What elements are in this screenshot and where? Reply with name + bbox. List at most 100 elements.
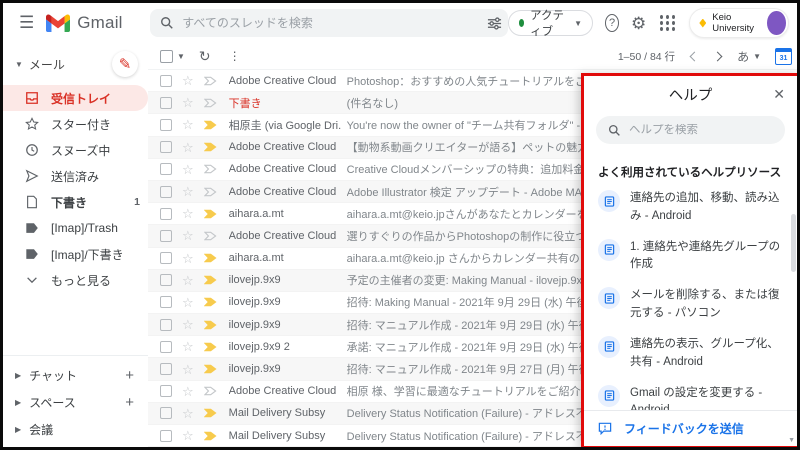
star-icon[interactable]: ☆ xyxy=(182,141,194,154)
importance-marker-icon[interactable] xyxy=(204,187,217,197)
select-checkbox[interactable] xyxy=(160,363,172,375)
search-input[interactable] xyxy=(182,16,482,30)
star-icon[interactable]: ☆ xyxy=(182,96,194,109)
star-icon[interactable]: ☆ xyxy=(182,229,194,242)
select-checkbox[interactable] xyxy=(160,296,172,308)
importance-marker-icon[interactable] xyxy=(204,342,217,352)
new-space-button[interactable]: + xyxy=(125,394,134,411)
sidebar-item-chat[interactable]: ▶ チャット + xyxy=(3,362,148,389)
close-icon[interactable]: ✕ xyxy=(761,86,797,103)
select-checkbox[interactable] xyxy=(160,163,172,175)
select-checkbox[interactable] xyxy=(160,141,172,153)
help-search-input[interactable] xyxy=(629,124,773,136)
sidebar-item-imap-trash[interactable]: [Imap]/Trash xyxy=(3,215,148,241)
star-icon[interactable]: ☆ xyxy=(182,296,194,309)
settings-gear-icon[interactable]: ⚙ xyxy=(631,15,646,32)
select-checkbox[interactable] xyxy=(160,208,172,220)
help-icon[interactable]: ? xyxy=(605,14,619,32)
star-icon[interactable]: ☆ xyxy=(182,118,194,131)
star-icon[interactable]: ☆ xyxy=(182,318,194,331)
importance-marker-icon[interactable] xyxy=(204,120,217,130)
star-icon[interactable]: ☆ xyxy=(182,163,194,176)
importance-marker-icon[interactable] xyxy=(204,253,217,263)
importance-marker-icon[interactable] xyxy=(204,231,217,241)
input-tools-button[interactable]: あ ▼ xyxy=(737,48,761,65)
star-icon[interactable]: ☆ xyxy=(182,385,194,398)
select-checkbox[interactable] xyxy=(160,274,172,286)
sidebar-item-spaces[interactable]: ▶ スペース + xyxy=(3,389,148,416)
importance-marker-icon[interactable] xyxy=(204,142,217,152)
help-article-item[interactable]: Gmail の設定を変更する - Android xyxy=(598,385,783,411)
new-chat-button[interactable]: + xyxy=(125,367,134,384)
importance-marker-icon[interactable] xyxy=(204,408,217,418)
hamburger-menu-icon[interactable]: ☰ xyxy=(17,13,46,33)
select-checkbox[interactable] xyxy=(160,407,172,419)
sidebar-item-imap-drafts[interactable]: [Imap]/下書き xyxy=(3,241,148,267)
help-article-item[interactable]: メールを削除する、または復元する - パソコン xyxy=(598,287,783,323)
toolbar-right: 1–50 / 84 行 あ ▼ xyxy=(618,48,787,65)
star-icon[interactable]: ☆ xyxy=(182,207,194,220)
google-apps-icon[interactable] xyxy=(660,15,663,19)
star-icon[interactable]: ☆ xyxy=(182,74,194,87)
select-all-checkbox[interactable] xyxy=(160,50,173,63)
select-checkbox[interactable] xyxy=(160,430,172,442)
send-feedback-button[interactable]: フィードバックを送信 ▼ xyxy=(584,410,797,446)
help-article-item[interactable]: 連絡先の表示、グループ化、共有 - Android xyxy=(598,336,783,372)
select-checkbox[interactable] xyxy=(160,341,172,353)
importance-marker-icon[interactable] xyxy=(204,98,217,108)
newer-page-icon[interactable] xyxy=(690,51,700,61)
select-checkbox[interactable] xyxy=(160,75,172,87)
help-search-bar[interactable] xyxy=(596,116,785,144)
select-checkbox[interactable] xyxy=(160,252,172,264)
help-article-item[interactable]: 1. 連絡先や連絡先グループの作成 xyxy=(598,239,783,275)
star-icon[interactable]: ☆ xyxy=(182,429,194,442)
importance-marker-icon[interactable] xyxy=(204,209,217,219)
importance-marker-icon[interactable] xyxy=(204,386,217,396)
select-dropdown-icon[interactable]: ▼ xyxy=(177,52,185,61)
sidebar-item-snoozed[interactable]: スヌーズ中 xyxy=(3,137,148,163)
scroll-down-arrow-icon[interactable]: ▼ xyxy=(788,437,795,444)
avatar[interactable] xyxy=(767,11,786,35)
select-checkbox[interactable] xyxy=(160,97,172,109)
select-checkbox[interactable] xyxy=(160,186,172,198)
older-page-icon[interactable] xyxy=(713,51,723,61)
importance-marker-icon[interactable] xyxy=(204,297,217,307)
star-icon[interactable]: ☆ xyxy=(182,340,194,353)
importance-marker-icon[interactable] xyxy=(204,320,217,330)
draft-icon xyxy=(25,195,39,209)
email-sender: ilovejp.9x9 xyxy=(229,296,347,308)
sidebar-item-drafts[interactable]: 下書き 1 xyxy=(3,189,148,215)
star-icon[interactable]: ☆ xyxy=(182,274,194,287)
importance-marker-icon[interactable] xyxy=(204,431,217,441)
importance-marker-icon[interactable] xyxy=(204,164,217,174)
sidebar-item-sent[interactable]: 送信済み xyxy=(3,163,148,189)
sidebar-item-meet[interactable]: ▶ 会議 xyxy=(3,416,148,443)
select-checkbox[interactable] xyxy=(160,319,172,331)
help-article-item[interactable]: 連絡先の追加、移動、読み込み - Android xyxy=(598,190,783,226)
availability-status[interactable]: アクティブ ▼ xyxy=(508,10,593,36)
sidebar-item-starred[interactable]: スター付き xyxy=(3,111,148,137)
mail-section-header[interactable]: ▼ メール ✎ xyxy=(3,49,148,85)
select-checkbox[interactable] xyxy=(160,119,172,131)
select-checkbox[interactable] xyxy=(160,230,172,242)
help-scrollbar[interactable] xyxy=(791,214,796,272)
importance-marker-icon[interactable] xyxy=(204,364,217,374)
email-sender: aihara.a.mt xyxy=(229,208,347,220)
sidebar-footer: ▶ チャット + ▶ スペース + ▶ 会議 xyxy=(3,355,148,443)
star-icon[interactable]: ☆ xyxy=(182,185,194,198)
star-icon[interactable]: ☆ xyxy=(182,252,194,265)
more-options-icon[interactable]: ⋮ xyxy=(229,49,241,63)
sidebar-item-more[interactable]: もっと見る xyxy=(3,267,148,293)
importance-marker-icon[interactable] xyxy=(204,76,217,86)
star-icon[interactable]: ☆ xyxy=(182,407,194,420)
compose-button[interactable]: ✎ xyxy=(112,51,138,77)
account-badge[interactable]: Keio University xyxy=(689,8,789,38)
sidebar-item-inbox[interactable]: 受信トレイ xyxy=(3,85,148,111)
search-options-icon[interactable] xyxy=(487,16,502,31)
importance-marker-icon[interactable] xyxy=(204,275,217,285)
calendar-icon[interactable]: 31 xyxy=(775,48,792,65)
star-icon[interactable]: ☆ xyxy=(182,363,194,376)
search-bar[interactable] xyxy=(150,9,507,37)
refresh-icon[interactable]: ↻ xyxy=(199,48,211,65)
select-checkbox[interactable] xyxy=(160,385,172,397)
